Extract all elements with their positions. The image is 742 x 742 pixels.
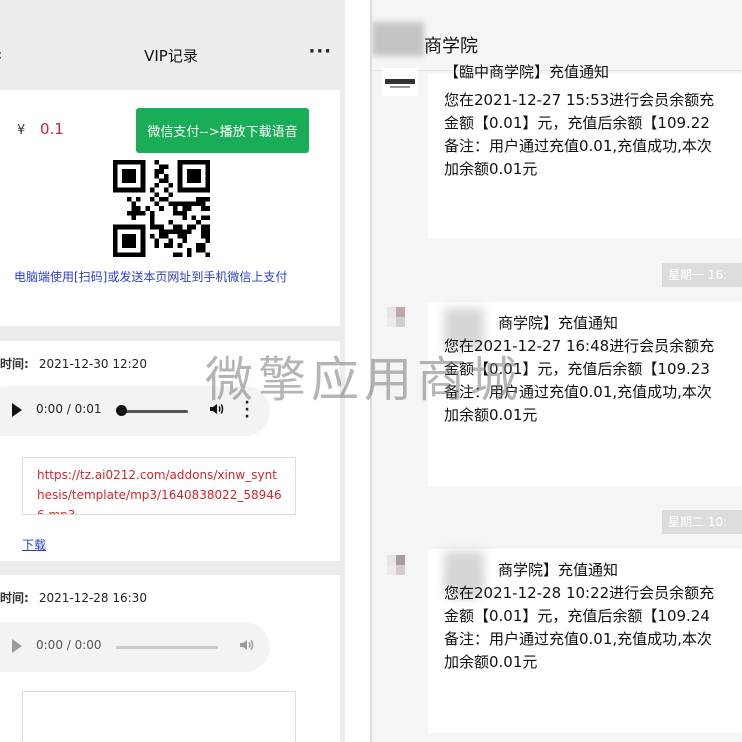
sender-avatar bbox=[387, 555, 411, 579]
download-link[interactable]: 下载 bbox=[22, 536, 46, 553]
message-bubble: 【臨中商学院】充值通知 您在2021-12-27 15:53进行会员余额充 金额… bbox=[428, 63, 742, 238]
blurred-account-name bbox=[372, 22, 424, 56]
qr-hint-text: 电脑端使用[扫码]或发送本页网址到手机微信上支付 bbox=[14, 270, 288, 284]
payment-amount: 0.1 bbox=[40, 120, 64, 138]
message-line: 备注：用户通过充值0.01,充值成功,本次 bbox=[444, 137, 712, 155]
record-time-row: 时间: 2021-12-28 16:30 bbox=[0, 589, 147, 606]
play-icon[interactable] bbox=[12, 639, 22, 653]
date-separator: 星期二 10: bbox=[662, 510, 742, 534]
audio-progress-track[interactable] bbox=[118, 410, 188, 413]
audio-url-box[interactable] bbox=[22, 691, 296, 742]
record-item: 时间: 2021-12-28 16:30 0:00 / 0:00 bbox=[0, 575, 340, 742]
message-line: 金额【0.01】元，充值后余额【109.24 bbox=[444, 607, 710, 625]
chat-title: 商学院 bbox=[424, 36, 478, 57]
nav-header: ‹ VIP记录 ··· bbox=[0, 37, 342, 73]
time-label: 时间: bbox=[0, 357, 29, 371]
sender-avatar bbox=[382, 68, 418, 96]
payment-card: ¥ 0.1 微信支付-->播放下载语音 电脑端使用[扫码]或发送本页网址到手机微… bbox=[0, 90, 340, 326]
watermark: 微擎应用商城 bbox=[205, 352, 524, 408]
message-bubble: 商学院】充值通知 您在2021-12-28 10:22进行会员余额充 金额【0.… bbox=[428, 549, 742, 733]
audio-url-box[interactable]: https://tz.ai0212.com/addons/xinw_synthe… bbox=[22, 457, 296, 515]
message-title: 商学院】充值通知 bbox=[498, 561, 619, 579]
currency-symbol: ¥ bbox=[17, 123, 26, 138]
message-line: 加余额0.01元 bbox=[444, 653, 538, 671]
sender-avatar bbox=[387, 307, 411, 331]
message-title: 商学院】充值通知 bbox=[498, 314, 619, 332]
time-label: 时间: bbox=[0, 591, 29, 605]
audio-player: 0:00 / 0:00 bbox=[0, 622, 270, 672]
play-icon[interactable] bbox=[12, 403, 22, 417]
volume-icon[interactable] bbox=[238, 637, 254, 653]
message-line: 您在2021-12-27 15:53进行会员余额充 bbox=[444, 91, 715, 109]
audio-progress-track[interactable] bbox=[116, 646, 218, 649]
chevron-left-icon[interactable]: ‹ bbox=[0, 45, 2, 64]
message-line: 加余额0.01元 bbox=[444, 160, 538, 178]
audio-time: 0:00 / 0:00 bbox=[36, 638, 102, 652]
message-line: 您在2021-12-28 10:22进行会员余额充 bbox=[444, 584, 715, 602]
record-time: 2021-12-28 16:30 bbox=[38, 591, 147, 605]
record-time-row: 时间: 2021-12-30 12:20 bbox=[0, 355, 147, 372]
audio-time: 0:00 / 0:01 bbox=[36, 402, 102, 416]
more-menu-icon[interactable]: ··· bbox=[308, 41, 332, 62]
record-time: 2021-12-30 12:20 bbox=[38, 357, 147, 371]
qr-code bbox=[113, 160, 210, 257]
message-title: 【臨中商学院】充值通知 bbox=[444, 63, 610, 81]
wechat-pay-button[interactable]: 微信支付-->播放下载语音 bbox=[136, 108, 309, 153]
message-line: 金额【0.01】元，充值后余额【109.22 bbox=[444, 114, 710, 132]
audio-progress-knob[interactable] bbox=[116, 405, 127, 416]
message-line: 备注：用户通过充值0.01,充值成功,本次 bbox=[444, 630, 712, 648]
page-title: VIP记录 bbox=[144, 46, 198, 65]
date-separator: 星期一 16: bbox=[662, 263, 742, 287]
